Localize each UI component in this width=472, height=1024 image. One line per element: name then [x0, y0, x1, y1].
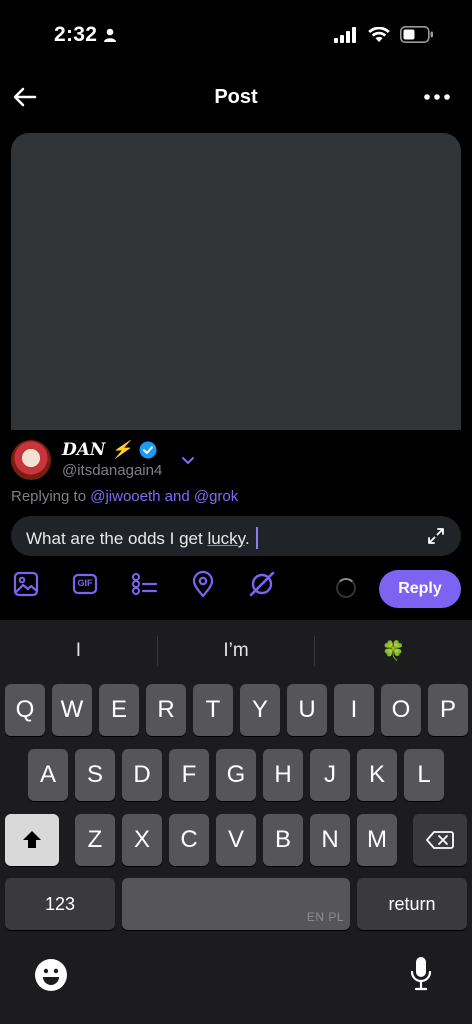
clock: 2:32 — [54, 23, 98, 46]
shift-key[interactable] — [5, 814, 59, 866]
page-title: Post — [214, 86, 258, 108]
key-row-2: A S D F G H J K L — [0, 749, 472, 801]
suggestion-2[interactable]: I’m — [158, 630, 315, 672]
gif-label: GIF — [77, 578, 93, 588]
location-icon[interactable] — [189, 570, 217, 598]
key-e[interactable]: E — [99, 684, 139, 736]
battery-icon — [400, 26, 433, 43]
key-i[interactable]: I — [334, 684, 374, 736]
shift-arrow-icon — [23, 831, 41, 848]
input-text-before: What are the odds I get — [26, 529, 208, 548]
key-b[interactable]: B — [263, 814, 303, 866]
replying-mentions[interactable]: @jiwooeth and @grok — [90, 488, 238, 505]
post-media-placeholder[interactable] — [11, 133, 461, 443]
emoji-icon[interactable] — [34, 958, 68, 992]
key-q[interactable]: Q — [5, 684, 45, 736]
key-f[interactable]: F — [169, 749, 209, 801]
more-options-icon[interactable] — [422, 88, 452, 106]
key-l[interactable]: L — [404, 749, 444, 801]
grok-icon[interactable] — [248, 570, 276, 598]
predictive-suggestions: I I’m 🍀 — [0, 630, 472, 672]
key-w[interactable]: W — [52, 684, 92, 736]
key-x[interactable]: X — [122, 814, 162, 866]
reply-button[interactable]: Reply — [379, 570, 461, 608]
key-t[interactable]: T — [193, 684, 233, 736]
key-n[interactable]: N — [310, 814, 350, 866]
return-key[interactable]: return — [357, 878, 467, 930]
key-k[interactable]: K — [357, 749, 397, 801]
microphone-icon[interactable] — [410, 956, 432, 992]
key-h[interactable]: H — [263, 749, 303, 801]
key-u[interactable]: U — [287, 684, 327, 736]
image-icon[interactable] — [12, 570, 40, 598]
user-handle: @itsdanagain4 — [62, 462, 163, 479]
expand-icon[interactable] — [427, 527, 445, 545]
cellular-signal-icon — [334, 26, 356, 43]
key-r[interactable]: R — [146, 684, 186, 736]
key-row-1: Q W E R T Y U I O P — [0, 684, 472, 736]
status-time: 2:32 — [54, 23, 117, 47]
key-a[interactable]: A — [28, 749, 68, 801]
key-m[interactable]: M — [357, 814, 397, 866]
key-g[interactable]: G — [216, 749, 256, 801]
key-j[interactable]: J — [310, 749, 350, 801]
numbers-key[interactable]: 123 — [5, 878, 115, 930]
on-screen-keyboard: I I’m 🍀 Q W E R T Y U I O P A S D F G H … — [0, 620, 472, 1024]
keyboard-languages: EN PL — [306, 910, 344, 924]
replying-to: Replying to @jiwooeth and @grok — [11, 488, 238, 505]
replying-prefix: Replying to — [11, 488, 91, 505]
status-bar: 2:32 — [0, 0, 472, 70]
key-s[interactable]: S — [75, 749, 115, 801]
gif-icon[interactable]: GIF — [71, 570, 99, 598]
key-p[interactable]: P — [428, 684, 468, 736]
verified-badge-icon — [139, 441, 157, 459]
display-name-text: DAN ⚡ — [62, 440, 133, 460]
suggestion-1[interactable]: I — [0, 630, 157, 672]
avatar[interactable] — [11, 440, 51, 480]
key-v[interactable]: V — [216, 814, 256, 866]
reply-composer: DAN ⚡ @itsdanagain4 Replying to @jiwooet… — [0, 430, 472, 620]
key-y[interactable]: Y — [240, 684, 280, 736]
key-c[interactable]: C — [169, 814, 209, 866]
key-row-4: 123 EN PL return — [0, 878, 472, 930]
input-text-after: . — [244, 529, 250, 548]
reply-input-text[interactable]: What are the odds I get lucky. — [26, 527, 258, 549]
chevron-down-icon[interactable] — [181, 456, 195, 466]
poll-icon[interactable] — [130, 570, 158, 598]
person-icon — [104, 28, 117, 42]
space-key[interactable]: EN PL — [122, 878, 350, 930]
key-row-3: Z X C V B N M — [0, 814, 472, 866]
backspace-icon — [426, 831, 454, 849]
top-nav: Post — [0, 70, 472, 126]
key-o[interactable]: O — [381, 684, 421, 736]
delete-key[interactable] — [413, 814, 467, 866]
input-text-autocorrect-word[interactable]: lucky — [207, 529, 244, 548]
character-count-ring — [336, 578, 356, 598]
wifi-icon — [368, 26, 390, 42]
status-indicators — [334, 26, 434, 43]
display-name: DAN ⚡ — [62, 440, 157, 460]
text-caret — [255, 527, 258, 549]
key-d[interactable]: D — [122, 749, 162, 801]
suggestion-3[interactable]: 🍀 — [315, 630, 472, 672]
key-z[interactable]: Z — [75, 814, 115, 866]
reply-input[interactable]: What are the odds I get lucky. — [11, 516, 461, 556]
